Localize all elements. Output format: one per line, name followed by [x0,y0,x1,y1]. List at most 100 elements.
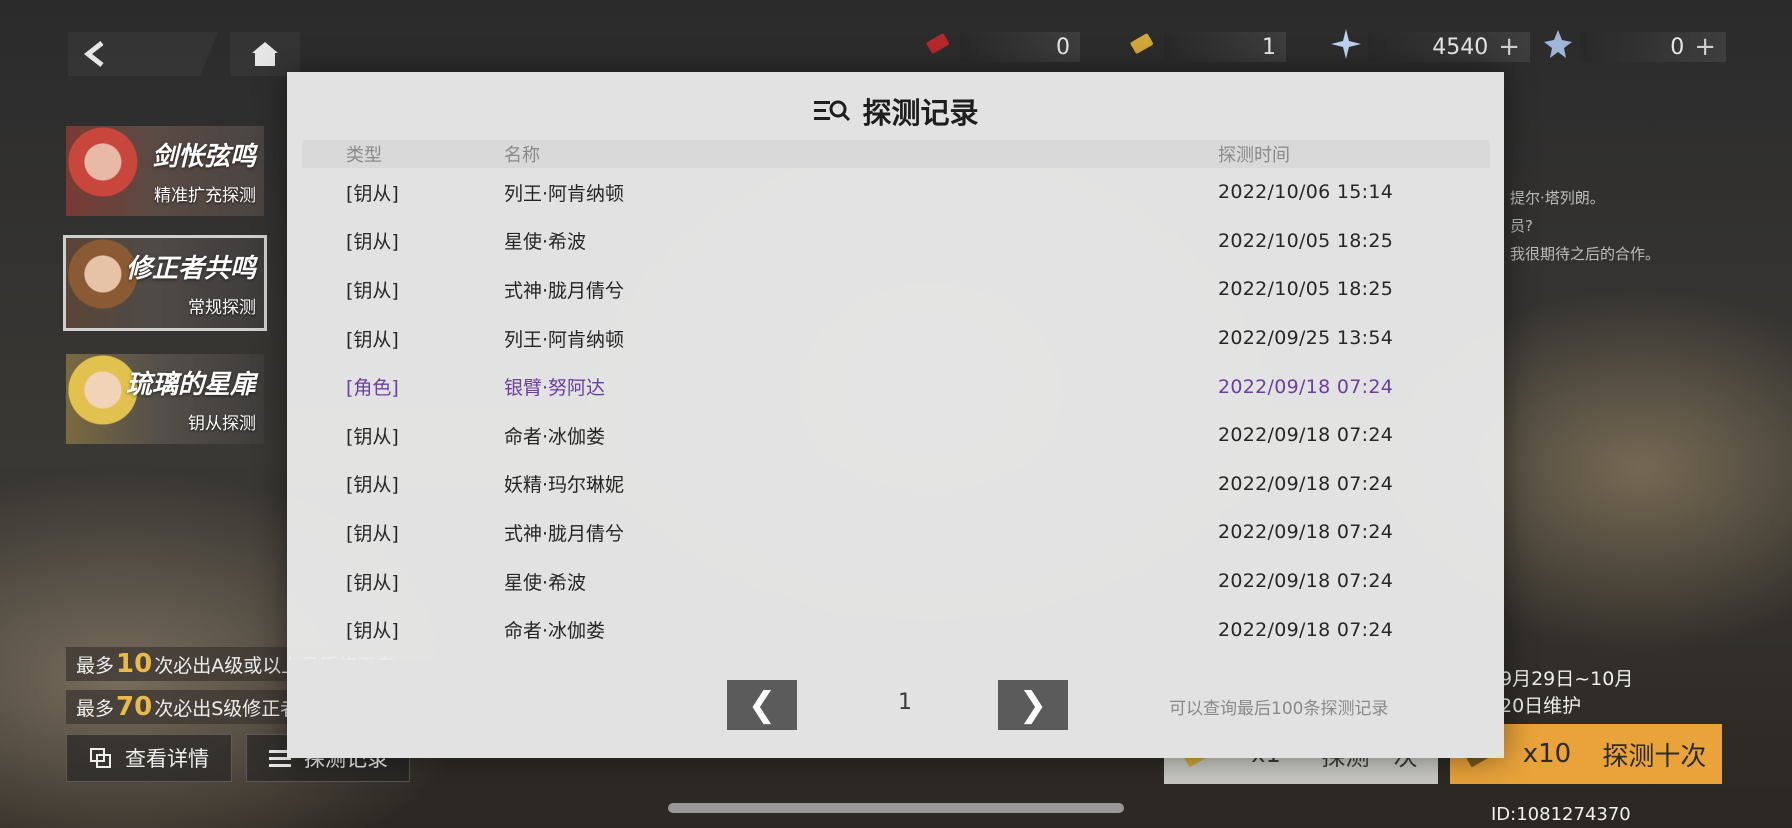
details-label: 查看详情 [125,747,209,771]
row-type: [钥从] [346,231,399,254]
crystal-icon [1326,24,1366,64]
pity-count: 10 [116,649,153,679]
banner-title: 剑怅弦鸣 [151,142,256,172]
row-time: 2022/09/25 13:54 [1218,327,1394,350]
pity-suffix: 次必出S级修正者 [154,697,300,720]
row-type: [钥从] [346,328,399,351]
banner-subtitle: 常规探测 [188,298,256,318]
table-row: [钥从] 式神·胧月倩兮 2022/10/05 18:25 [302,265,1490,314]
currency-value: 1 [1262,34,1276,60]
table-row: [钥从] 列王·阿肯纳顿 2022/10/06 15:14 [302,168,1490,217]
table-row: [钥从] 命者·冰伽娄 2022/09/18 07:24 [302,411,1490,460]
table-row: [钥从] 星使·希波 2022/10/05 18:25 [302,217,1490,266]
header-time: 探测时间 [1218,145,1290,166]
row-time: 2022/09/18 07:24 [1218,375,1394,398]
currency-value: 4540 [1432,34,1489,60]
home-indicator [668,803,1124,813]
currency-value: 0 [1056,34,1070,60]
row-name: 妖精·玛尔琳妮 [504,474,625,497]
add-star-shard-button[interactable]: + [1694,32,1716,62]
table-row: [钥从] 列王·阿肯纳顿 2022/09/25 13:54 [302,314,1490,363]
home-button[interactable] [230,32,300,76]
prev-page-button[interactable]: ❮ [727,680,797,730]
currency-value: 0 [1670,34,1685,60]
row-name: 银臂·努阿达 [504,377,606,400]
user-id: ID:1081274370 [1491,804,1631,825]
currency-red-ticket: 0 [960,32,1080,62]
add-crystal-button[interactable]: + [1498,32,1520,62]
history-modal: 探测记录 类型 名称 探测时间 [钥从] 列王·阿肯纳顿 2022/10/06 15… [287,72,1504,758]
row-name: 命者·冰伽娄 [504,425,606,448]
pity-prefix: 最多 [76,697,115,720]
row-type: [钥从] [346,522,399,545]
row-name: 式神·胧月倩兮 [504,522,625,545]
row-type: [钥从] [346,571,399,594]
table-row: [钥从] 命者·冰伽娄 2022/09/18 07:24 [302,605,1490,654]
row-type: [钥从] [346,425,399,448]
table-header: 类型 名称 探测时间 [302,140,1490,168]
banner-liuli-star[interactable]: 琉璃的星扉 钥从探测 [66,354,264,444]
view-details-button[interactable]: 查看详情 [66,734,232,782]
modal-title: 探测记录 [287,90,1504,132]
ticket-red-icon [918,24,958,64]
pager: ❮ 1 ❯ 可以查询最后100条探测记录 [287,660,1504,758]
table-row: [角色] 银臂·努阿达 2022/09/18 07:24 [302,362,1490,411]
banner-title: 琉璃的星扉 [125,370,256,400]
table-row: [钥从] 式神·胧月倩兮 2022/09/18 07:24 [302,508,1490,557]
dialog-line: 提尔·塔列朗。 [1510,189,1605,207]
header-name: 名称 [504,145,540,166]
row-name: 列王·阿肯纳顿 [504,328,625,351]
row-time: 2022/09/18 07:24 [1218,424,1394,447]
row-type: [钥从] [346,474,399,497]
row-name: 命者·冰伽娄 [504,620,606,643]
draw-ten-label: 探测十次 [1602,741,1707,772]
currency-star-shard: 0 + [1580,32,1726,62]
banner-corrector-resonance[interactable]: 修正者共鸣 常规探测 [63,235,267,331]
row-type: [角色] [346,377,399,400]
back-button[interactable] [68,32,218,76]
table-row: [钥从] 妖精·玛尔琳妮 2022/09/18 07:24 [302,460,1490,509]
banner-jianchang[interactable]: 剑怅弦鸣 精准扩充探测 [66,126,264,216]
table-row: [钥从] 星使·希波 2022/09/18 07:24 [302,557,1490,606]
row-time: 2022/09/18 07:24 [1218,521,1394,544]
row-name: 式神·胧月倩兮 [504,279,625,302]
row-time: 2022/09/18 07:24 [1218,570,1394,593]
search-list-icon [814,100,851,122]
draw-ten-count: x10 [1522,739,1572,769]
chevron-right-icon: ❯ [1018,685,1048,725]
currency-gold-ticket: 1 [1164,32,1286,62]
row-time: 2022/10/06 15:14 [1218,181,1394,204]
back-arrow-icon [83,41,104,67]
table-body: [钥从] 列王·阿肯纳顿 2022/10/06 15:14 [钥从] 星使·希波 2022… [302,168,1490,654]
page-number: 1 [898,690,912,715]
row-time: 2022/10/05 18:25 [1218,278,1394,301]
row-time: 2022/10/05 18:25 [1218,229,1394,252]
pity-prefix: 最多 [76,654,115,677]
next-page-button[interactable]: ❯ [998,680,1068,730]
banner-portrait [66,126,148,216]
row-type: [钥从] [346,182,399,205]
header-type: 类型 [346,145,382,166]
modal-title-text: 探测记录 [862,96,979,130]
banner-title: 修正者共鸣 [125,254,256,284]
banner-subtitle: 精准扩充探测 [154,186,256,206]
home-icon [252,42,278,66]
dialog-line: 员? [1510,217,1533,235]
details-icon [90,748,111,768]
pity-count: 70 [116,692,153,722]
currency-crystal: 4540 + [1368,32,1530,62]
history-table: 类型 名称 探测时间 [钥从] 列王·阿肯纳顿 2022/10/06 15:14 [钥… [302,140,1490,654]
row-type: [钥从] [346,620,399,643]
banner-subtitle: 钥从探测 [188,414,256,434]
row-name: 星使·希波 [504,231,587,254]
maintenance-notice: 9月29日~10月20日维护 [1500,664,1640,717]
row-time: 2022/09/18 07:24 [1218,618,1394,641]
ticket-gold-icon [1122,24,1162,64]
row-name: 列王·阿肯纳顿 [504,182,625,205]
row-type: [钥从] [346,279,399,302]
pager-note: 可以查询最后100条探测记录 [1169,699,1389,719]
dialog-line: 我很期待之后的合作。 [1510,245,1661,263]
chevron-left-icon: ❮ [747,685,777,725]
star-shard-icon [1538,24,1578,64]
row-name: 星使·希波 [504,571,587,594]
